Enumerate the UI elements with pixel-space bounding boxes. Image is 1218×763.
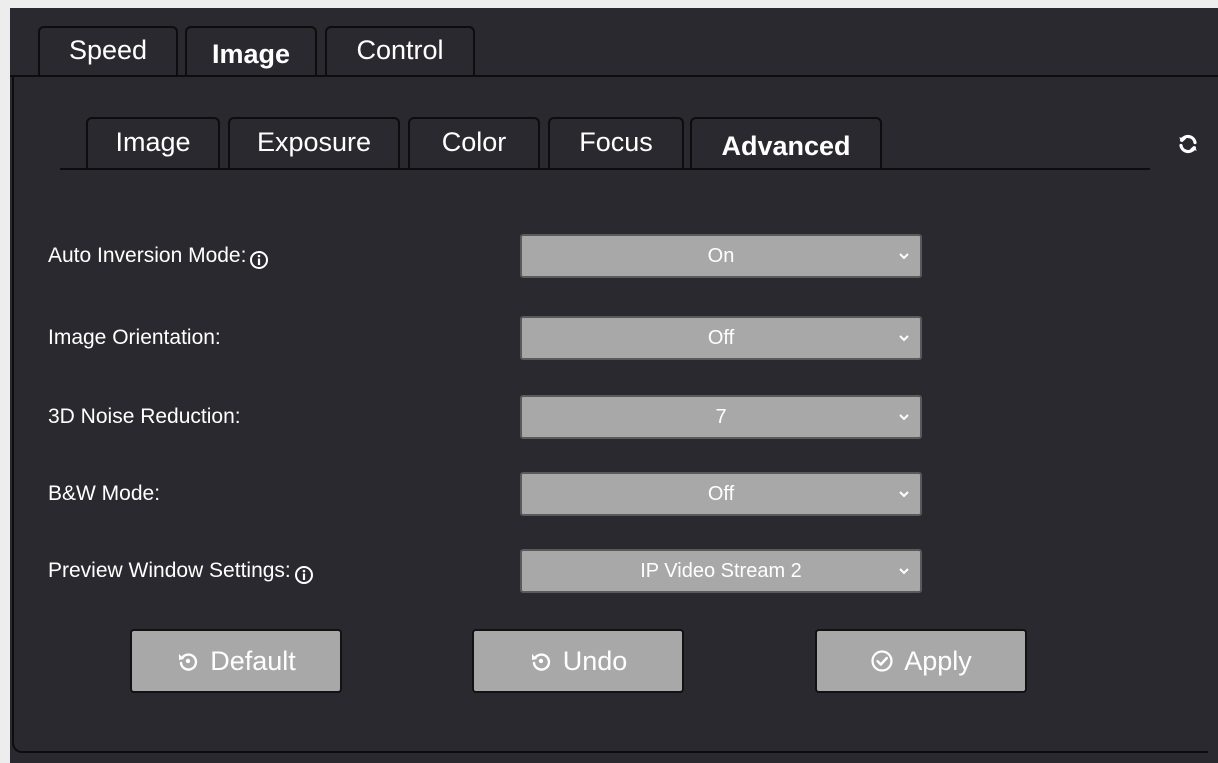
apply-button[interactable]: Apply — [815, 629, 1027, 693]
setting-label: 3D Noise Reduction: — [48, 405, 241, 428]
setting-label: Image Orientation: — [48, 326, 221, 349]
subtab-advanced[interactable]: Advanced — [690, 117, 882, 169]
image-orientation-select[interactable]: Off — [520, 316, 922, 360]
setting-row-image-orientation: Image Orientation: Off — [0, 316, 1218, 360]
preview-window-select[interactable]: IP Video Stream 2 — [520, 549, 922, 593]
setting-label: B&W Mode: — [48, 482, 161, 505]
tab-control[interactable]: Control — [325, 26, 475, 76]
subtab-exposure[interactable]: Exposure — [228, 117, 400, 169]
setting-label: Auto Inversion Mode: — [48, 244, 247, 267]
chevron-down-icon — [899, 568, 909, 575]
tab-speed[interactable]: Speed — [38, 26, 178, 76]
noise-reduction-select[interactable]: 7 — [520, 395, 922, 439]
reset-icon — [179, 653, 198, 671]
subtab-focus[interactable]: Focus — [548, 117, 684, 169]
chevron-down-icon — [899, 414, 909, 421]
setting-row-preview-window: Preview Window Settings: IP Video Stream… — [0, 549, 1218, 593]
setting-row-bw-mode: B&W Mode: Off — [0, 472, 1218, 516]
setting-label: Preview Window Settings: — [48, 559, 291, 582]
setting-row-auto-inversion: Auto Inversion Mode: On — [0, 234, 1218, 278]
undo-button[interactable]: Undo — [472, 629, 684, 693]
undo-icon — [531, 653, 550, 671]
info-icon[interactable] — [294, 565, 314, 585]
bw-mode-select[interactable]: Off — [520, 472, 922, 516]
info-icon[interactable] — [249, 250, 269, 270]
default-button[interactable]: Default — [130, 629, 342, 693]
subtab-image[interactable]: Image — [86, 117, 220, 169]
sub-tab-divider — [60, 168, 1150, 170]
tab-image[interactable]: Image — [185, 26, 317, 76]
check-circle-icon — [871, 650, 893, 672]
auto-inversion-select[interactable]: On — [520, 234, 922, 278]
setting-row-3d-noise-reduction: 3D Noise Reduction: 7 — [0, 395, 1218, 439]
refresh-icon[interactable] — [1176, 132, 1200, 156]
chevron-down-icon — [899, 253, 909, 260]
subtab-color[interactable]: Color — [408, 117, 540, 169]
chevron-down-icon — [899, 335, 909, 342]
chevron-down-icon — [899, 491, 909, 498]
